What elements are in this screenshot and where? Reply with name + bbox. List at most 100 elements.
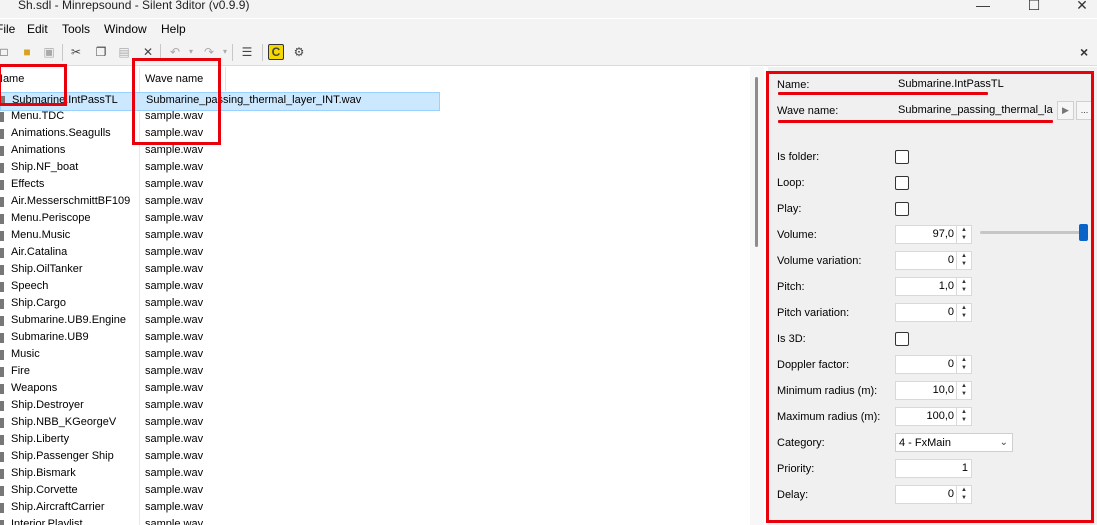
list-item[interactable]: Ship.Liberty sample.wav	[0, 432, 440, 449]
window-title: Sh.sdl - Minrepsound - Silent 3ditor (v0…	[18, 0, 250, 12]
sound-item-icon	[0, 469, 4, 479]
wave-name: sample.wav	[145, 484, 204, 496]
annotation-box-wave-column	[132, 58, 221, 145]
sound-item-icon	[0, 248, 4, 258]
wave-name: sample.wav	[145, 280, 204, 292]
tree-view-icon[interactable]: ☰	[239, 44, 255, 60]
sound-name: Menu.Music	[11, 229, 71, 241]
sound-item-icon	[0, 214, 4, 224]
list-item[interactable]: Menu.Music sample.wav	[0, 228, 440, 245]
sound-item-icon	[0, 520, 4, 525]
list-item[interactable]: Submarine.UB9.Engine sample.wav	[0, 313, 440, 330]
sound-name: Fire	[11, 365, 30, 377]
wave-name: sample.wav	[145, 178, 204, 190]
sound-name: Music	[11, 348, 40, 360]
list-item[interactable]: Fire sample.wav	[0, 364, 440, 381]
list-item[interactable]: Ship.AircraftCarrier sample.wav	[0, 500, 440, 517]
sound-name: Menu.Periscope	[11, 212, 91, 224]
cut-icon[interactable]: ✂	[68, 44, 84, 60]
list-item[interactable]: Menu.Periscope sample.wav	[0, 211, 440, 228]
sound-item-icon	[0, 503, 4, 513]
sound-item-icon	[0, 163, 4, 173]
list-scrollbar[interactable]	[750, 67, 764, 525]
sound-name: Ship.Liberty	[11, 433, 70, 445]
maximize-button[interactable]: ☐	[1024, 0, 1044, 17]
list-item[interactable]: Air.Catalina sample.wav	[0, 245, 440, 262]
sound-name: Effects	[11, 178, 45, 190]
sound-name: Air.MesserschmittBF109	[11, 195, 131, 207]
list-item[interactable]: Ship.OilTanker sample.wav	[0, 262, 440, 279]
annotation-underline-wave	[778, 120, 1053, 123]
wave-name: sample.wav	[145, 161, 204, 173]
wave-name: sample.wav	[145, 399, 204, 411]
menu-edit[interactable]: Edit	[27, 22, 48, 36]
paste-icon[interactable]: ▤	[116, 44, 132, 60]
list-item[interactable]: Effects sample.wav	[0, 177, 440, 194]
sound-item-icon	[0, 282, 4, 292]
list-item[interactable]: Ship.Destroyer sample.wav	[0, 398, 440, 415]
new-file-icon[interactable]: □	[0, 44, 12, 60]
wave-name: sample.wav	[145, 229, 204, 241]
sound-item-icon	[0, 129, 4, 139]
open-folder-icon[interactable]: ■	[19, 44, 35, 60]
sound-name: Weapons	[11, 382, 58, 394]
list-item[interactable]: Ship.Corvette sample.wav	[0, 483, 440, 500]
sound-name: Submarine.UB9.Engine	[11, 314, 126, 326]
sound-item-icon	[0, 265, 4, 275]
wave-name: sample.wav	[145, 518, 204, 525]
wave-name: sample.wav	[145, 348, 204, 360]
wave-name: sample.wav	[145, 212, 204, 224]
wave-name: sample.wav	[145, 297, 204, 309]
compile-icon[interactable]: C	[268, 44, 284, 60]
wave-name: sample.wav	[145, 195, 204, 207]
menu-file[interactable]: File	[0, 22, 15, 36]
sound-item-icon	[0, 384, 4, 394]
sound-item-icon	[0, 435, 4, 445]
sound-item-icon	[0, 367, 4, 377]
sound-name: Animations.Seagulls	[11, 127, 111, 139]
list-item[interactable]: Interior.Playlist sample.wav	[0, 517, 440, 525]
scrollbar-thumb[interactable]	[755, 77, 758, 247]
sound-list: Name Wave name Submarine.IntPassTLSubmar…	[0, 67, 748, 525]
wave-name: sample.wav	[145, 382, 204, 394]
toolbar-separator	[232, 44, 233, 61]
list-item[interactable]: Ship.Bismark sample.wav	[0, 466, 440, 483]
sound-item-icon	[0, 333, 4, 343]
sound-name: Air.Catalina	[11, 246, 68, 258]
wave-name: sample.wav	[145, 433, 204, 445]
close-panel-button[interactable]: ×	[1080, 44, 1088, 60]
menu-tools[interactable]: Tools	[62, 22, 90, 36]
wave-name: sample.wav	[145, 450, 204, 462]
title-bar: Sh.sdl - Minrepsound - Silent 3ditor (v0…	[0, 0, 1097, 18]
wave-name: sample.wav	[145, 144, 204, 156]
sound-item-icon	[0, 486, 4, 496]
sdl-tool-icon[interactable]: ⚙	[291, 44, 307, 60]
list-item[interactable]: Submarine.UB9 sample.wav	[0, 330, 440, 347]
sound-item-icon	[0, 401, 4, 411]
minimize-button[interactable]: —	[973, 0, 993, 17]
toolbar-separator	[62, 44, 63, 61]
list-item[interactable]: Music sample.wav	[0, 347, 440, 364]
sound-name: Ship.Cargo	[11, 297, 67, 309]
sound-item-icon	[0, 452, 4, 462]
list-item[interactable]: Ship.Cargo sample.wav	[0, 296, 440, 313]
list-item[interactable]: Air.MesserschmittBF109 sample.wav	[0, 194, 440, 211]
copy-icon[interactable]: ❐	[93, 44, 109, 60]
wave-name: sample.wav	[145, 263, 204, 275]
list-item[interactable]: Speech sample.wav	[0, 279, 440, 296]
list-item[interactable]: Weapons sample.wav	[0, 381, 440, 398]
menu-window[interactable]: Window	[104, 22, 147, 36]
sound-item-icon	[0, 350, 4, 360]
annotation-underline-name	[778, 92, 988, 95]
sound-item-icon	[0, 146, 4, 156]
list-item[interactable]: Animations sample.wav	[0, 143, 440, 160]
menu-help[interactable]: Help	[161, 22, 186, 36]
annotation-box-properties	[766, 71, 1094, 523]
sound-item-icon	[0, 197, 4, 207]
wave-name: sample.wav	[145, 314, 204, 326]
list-item[interactable]: Ship.NBB_KGeorgeV sample.wav	[0, 415, 440, 432]
save-icon[interactable]: ▣	[41, 44, 57, 60]
close-window-button[interactable]: ✕	[1072, 0, 1092, 17]
list-item[interactable]: Ship.Passenger Ship sample.wav	[0, 449, 440, 466]
list-item[interactable]: Ship.NF_boat sample.wav	[0, 160, 440, 177]
